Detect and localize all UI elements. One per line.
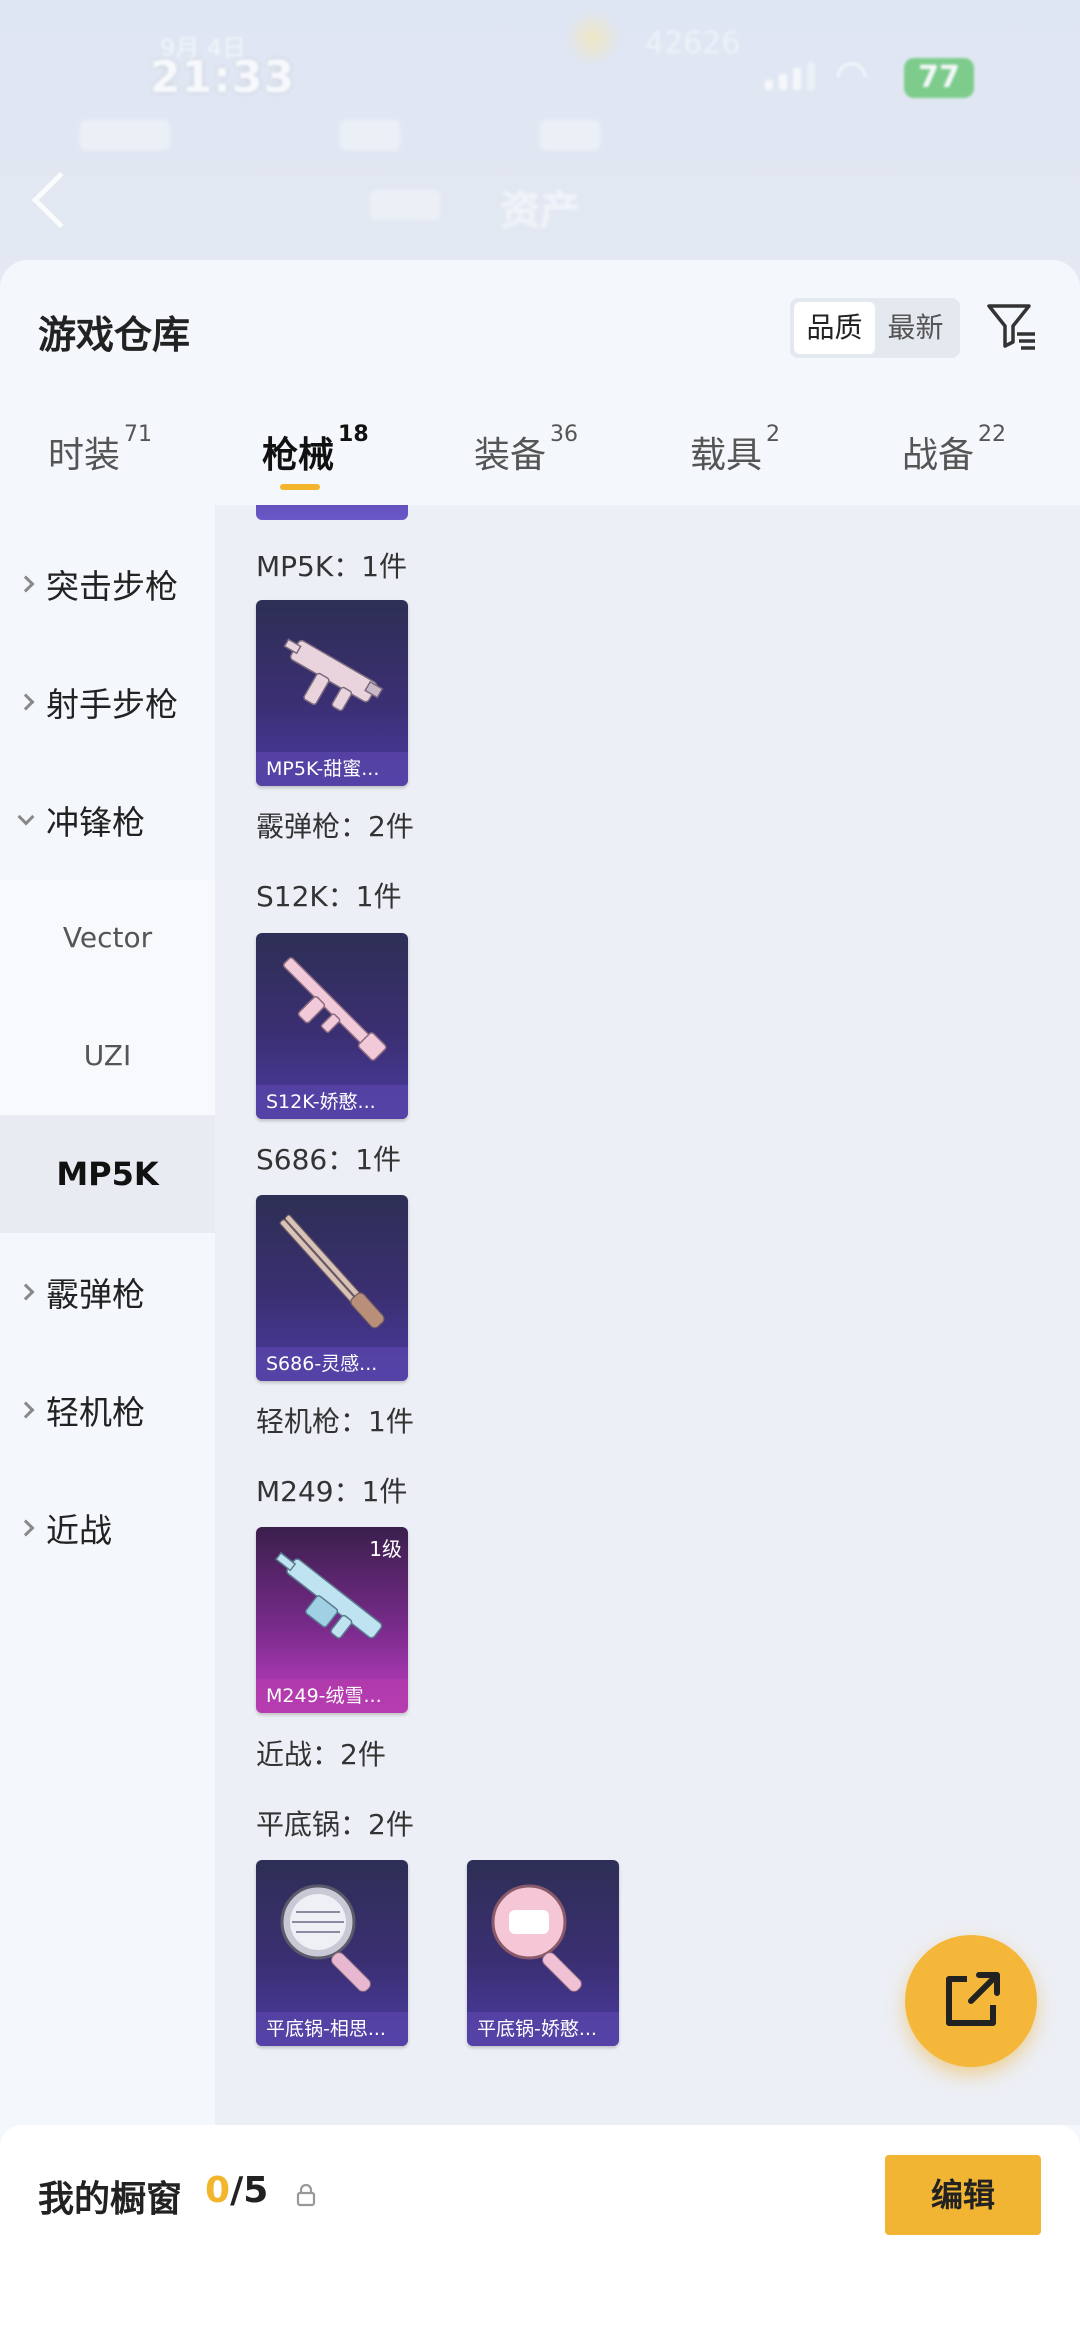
item-card-s12k[interactable]: S12K-娇憨... [256,933,408,1119]
item-level-badge: 1级 [369,1537,402,1561]
active-tab-indicator [280,484,320,490]
showcase-count: 0/5 [205,2170,268,2211]
battery-indicator: 77 [904,58,974,98]
double-barrel-icon [279,1214,385,1329]
sidebar-item-label: 射手步枪 [46,685,178,724]
sort-toggle: 品质 最新 [790,298,960,358]
sidebar-item-smg[interactable]: 冲锋枪 [0,761,215,879]
category-count-s12k: S12K：1件 [256,880,402,913]
signal-icon [765,62,815,90]
sidebar-subitem-uzi[interactable]: UZI [0,997,215,1115]
tab-equipment-count: 36 [550,422,579,447]
chevron-right-icon [17,1401,35,1419]
item-card-name: M249-绒雪... [256,1679,408,1713]
side-nav: 突击步枪 射手步枪 冲锋枪 Vector UZI MP5K 霰弹枪 轻机枪 近战 [0,505,215,2105]
tab-guns[interactable]: 枪械18 [262,422,369,478]
background-title: 资产 [500,188,580,234]
item-list: MP5K：1件 MP5K-甜蜜... 霰弹枪：2件 S12K：1件 S12K-娇… [215,505,1080,2125]
sidebar-item-label: 突击步枪 [46,567,178,606]
partial-item-card[interactable] [256,505,408,520]
item-card-name: S686-灵感... [256,1347,408,1381]
chevron-right-icon [17,1519,35,1537]
chevron-right-icon [17,1283,35,1301]
chevron-down-icon [17,808,35,826]
showcase-label: 我的橱窗 [38,2179,183,2220]
tab-vehicles[interactable]: 载具2 [690,422,780,478]
chevron-right-icon [17,575,35,593]
sidebar-item-marksman-rifle[interactable]: 射手步枪 [0,643,215,761]
wifi-icon: ◠ [835,52,869,96]
lock-icon [296,2183,316,2207]
external-link-icon [946,1972,1000,2026]
tab-equipment[interactable]: 装备36 [474,422,578,478]
pan-icon [280,1884,371,1992]
sidebar-item-label: 近战 [46,1511,112,1550]
item-card-name: S12K-娇憨... [256,1085,408,1119]
item-card-pan-2[interactable]: 平底锅-娇憨... [467,1860,619,2046]
showcase-bar: 我的橱窗 0/5 编辑 [0,2125,1080,2347]
tab-vehicles-count: 2 [766,422,781,447]
status-steps: 42626 [645,26,741,61]
sidebar-item-lmg[interactable]: 轻机枪 [0,1351,215,1469]
tab-equipment-label: 装备 [474,435,547,476]
category-count-pan: 平底锅：2件 [256,1808,414,1841]
tab-gear-count: 22 [978,422,1007,447]
weather-icon [565,10,621,66]
tab-vehicles-label: 载具 [690,435,763,476]
sort-latest-button[interactable]: 最新 [875,302,956,354]
sidebar-item-label: 冲锋枪 [46,803,145,842]
item-card-mp5k[interactable]: MP5K-甜蜜... [256,600,408,786]
item-card-name: MP5K-甜蜜... [256,752,408,786]
sidebar-item-assault-rifle[interactable]: 突击步枪 [0,525,215,643]
pan-icon [491,1884,582,1992]
showcase-current: 0 [205,2170,231,2211]
tab-gear-label: 战备 [902,435,975,476]
tab-gear[interactable]: 战备22 [902,422,1006,478]
item-card-s686[interactable]: S686-灵感... [256,1195,408,1381]
item-card-name: 平底锅-相思... [256,2012,408,2046]
category-count-melee: 近战：2件 [256,1738,386,1771]
tab-fashion[interactable]: 时装71 [48,422,152,478]
sidebar-item-shotgun[interactable]: 霰弹枪 [0,1233,215,1351]
sidebar-subitem-mp5k[interactable]: MP5K [0,1115,215,1233]
category-count-lmg: 轻机枪：1件 [256,1405,414,1438]
smg-icon [283,638,384,712]
sheet-header: 游戏仓库 品质 最新 [0,260,1080,390]
category-count-s686: S686：1件 [256,1143,402,1176]
item-card-name: 平底锅-娇憨... [467,2012,619,2046]
item-card-m249[interactable]: 1级 M249-绒雪... [256,1527,408,1713]
sidebar-item-melee[interactable]: 近战 [0,1469,215,1587]
share-button[interactable] [905,1935,1037,2067]
filter-icon[interactable] [985,300,1037,352]
category-count-shotgun: 霰弹枪：2件 [256,810,414,843]
edit-button[interactable]: 编辑 [885,2155,1041,2235]
sidebar-item-label: 霰弹枪 [46,1275,145,1314]
shotgun-icon [282,957,387,1061]
sort-quality-button[interactable]: 品质 [794,302,875,354]
sidebar-subitem-vector[interactable]: Vector [0,879,215,997]
sheet-title: 游戏仓库 [38,313,191,357]
tab-guns-count: 18 [338,422,369,447]
chevron-right-icon [17,693,35,711]
category-tabs: 时装71 枪械18 装备36 载具2 战备22 [0,390,1080,500]
tab-fashion-count: 71 [124,422,153,447]
tab-fashion-label: 时装 [48,435,121,476]
category-count-m249: M249：1件 [256,1475,408,1508]
sidebar-item-label: 轻机枪 [46,1393,145,1432]
item-card-pan-1[interactable]: 平底锅-相思... [256,1860,408,2046]
category-count-mp5k: MP5K：1件 [256,550,408,583]
status-time: 21:33 [150,52,296,103]
showcase-total: /5 [230,2170,269,2211]
tab-guns-label: 枪械 [262,435,335,476]
status-bar: 9月 4日 21:33 42626 ◠ 77 [0,0,1080,120]
